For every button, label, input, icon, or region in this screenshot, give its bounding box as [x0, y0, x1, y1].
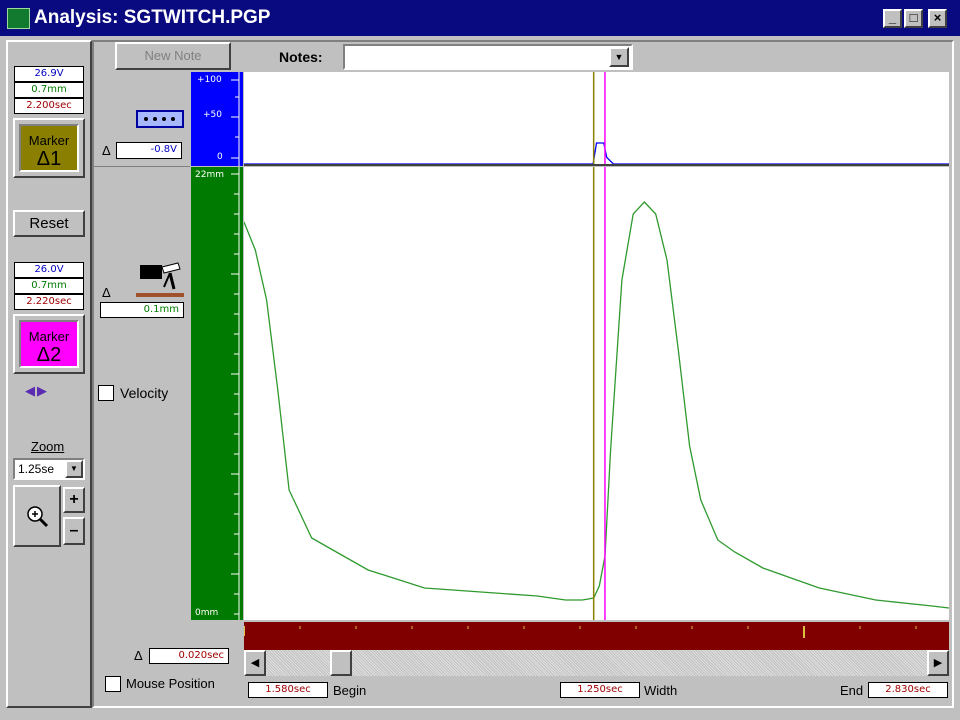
begin-value[interactable]: 1.580sec [248, 682, 328, 698]
notes-label: Notes: [279, 49, 323, 65]
force-delta-label: Δ [102, 285, 111, 300]
reset-button[interactable]: Reset [13, 210, 85, 237]
marker2-button[interactable]: Marker Δ2 [13, 314, 85, 374]
force-trace [244, 201, 949, 609]
zoom-out-button[interactable]: – [63, 517, 85, 545]
stimulus-delta-label: Δ [102, 143, 111, 158]
marker2-time: 2.220sec [14, 294, 84, 310]
marker2-distance: 0.7mm [14, 278, 84, 294]
marker2-voltage: 26.0V [14, 262, 84, 278]
force-panel: Δ 0.1mm Velocity [94, 167, 190, 620]
force-scale-top: 22mm [195, 170, 224, 180]
stimulus-chart[interactable] [244, 72, 949, 166]
scroll-left-icon[interactable]: ◀ [244, 650, 266, 676]
stimulus-panel: Δ -0.8V [94, 72, 190, 167]
marker1-label: Marker [28, 133, 70, 148]
notes-dropdown[interactable]: ▼ [343, 44, 633, 70]
velocity-label: Velocity [120, 385, 169, 401]
zoom-button[interactable] [13, 485, 61, 547]
zoom-dropdown-icon[interactable]: ▼ [65, 460, 83, 478]
zoom-value: 1.25se [18, 462, 55, 476]
stimulus-trace [244, 142, 949, 164]
marker1-face: Marker Δ1 [19, 124, 79, 172]
marker2-face: Marker Δ2 [19, 320, 79, 368]
time-delta-label: Δ [134, 648, 143, 663]
time-ruler-ticks [243, 626, 917, 638]
width-label: Width [644, 683, 678, 698]
scroll-thumb[interactable] [330, 650, 352, 676]
nudge-left-icon[interactable]: ◀ [25, 383, 37, 398]
time-delta-value: 0.020sec [149, 648, 229, 664]
marker2-symbol: Δ2 [36, 344, 62, 366]
stimulator-icon [136, 110, 184, 128]
end-label: End [840, 683, 864, 698]
close-button[interactable]: × [928, 9, 947, 28]
magnifier-icon [27, 506, 49, 528]
force-plot [244, 167, 949, 620]
marker2-label: Marker [28, 329, 70, 344]
new-note-button[interactable]: New Note [115, 42, 231, 70]
marker-nudge-arrows: ◀▶ [25, 383, 49, 399]
marker1-voltage: 26.9V [14, 66, 84, 82]
mouse-position-checkbox[interactable] [105, 676, 121, 692]
begin-label: Begin [333, 683, 367, 698]
stimulus-scale-mid: +50 [203, 110, 222, 120]
time-scrollbar[interactable]: ◀ ▶ [244, 650, 949, 676]
mouse-position-label: Mouse Position [126, 676, 215, 691]
stimulus-scale: +100 +50 0 [191, 72, 243, 166]
force-delta-value: 0.1mm [100, 302, 184, 318]
marker1-time: 2.200sec [14, 98, 84, 114]
zoom-in-button[interactable]: + [63, 487, 85, 513]
stimulus-delta-value: -0.8V [116, 142, 182, 159]
stimulus-scale-ticks [231, 72, 240, 166]
scroll-right-icon[interactable]: ▶ [927, 650, 949, 676]
window-title: Analysis: SGTWITCH.PGP [34, 7, 271, 28]
minimize-button[interactable]: _ [883, 9, 902, 28]
transducer-icon [136, 262, 184, 297]
title-bar: Analysis: SGTWITCH.PGP _ □ × [0, 0, 960, 36]
marker1-symbol: Δ1 [36, 148, 62, 170]
velocity-checkbox[interactable] [98, 385, 114, 401]
marker1-button[interactable]: Marker Δ1 [13, 118, 85, 178]
zoom-select[interactable]: 1.25se ▼ [13, 458, 85, 480]
stimulus-scale-bottom: 0 [217, 152, 223, 162]
stimulus-scale-top: +100 [197, 75, 222, 85]
end-value[interactable]: 2.830sec [868, 682, 948, 698]
stimulus-plot [244, 72, 949, 164]
notes-dropdown-icon[interactable]: ▼ [609, 47, 629, 67]
marker1-distance: 0.7mm [14, 82, 84, 98]
force-chart[interactable] [244, 167, 949, 620]
time-ruler[interactable] [243, 622, 949, 650]
maximize-button[interactable]: □ [904, 9, 923, 28]
force-scale-bottom: 0mm [195, 608, 219, 618]
zoom-label: Zoom [31, 439, 65, 454]
app-icon[interactable] [7, 8, 30, 29]
force-scale-ticks [231, 167, 240, 620]
force-scale: 22mm 0mm [191, 167, 243, 620]
width-value[interactable]: 1.250sec [560, 682, 640, 698]
nudge-right-icon[interactable]: ▶ [37, 383, 49, 398]
